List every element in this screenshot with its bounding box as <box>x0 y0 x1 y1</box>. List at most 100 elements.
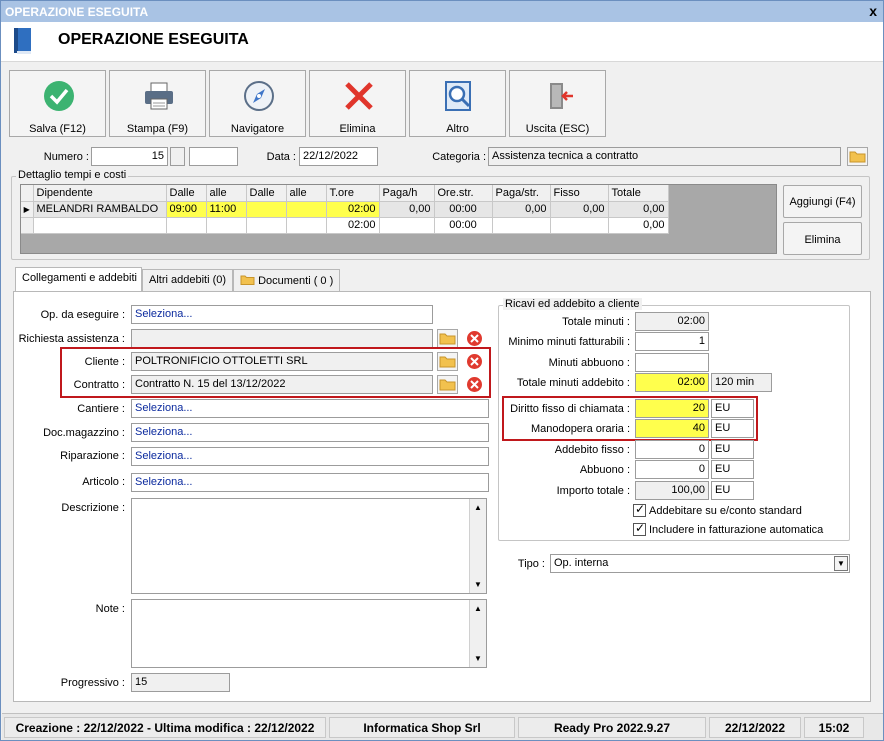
tab-documenti[interactable]: Documenti ( 0 ) <box>233 269 340 291</box>
save-button[interactable]: Salva (F12) <box>9 70 106 137</box>
op-input[interactable]: Seleziona... <box>131 305 433 324</box>
cliente-clear-icon[interactable] <box>464 352 485 371</box>
tot-addebito-input[interactable]: 02:00 <box>635 373 709 392</box>
col-dalle[interactable]: Dalle <box>166 185 207 202</box>
table-cell[interactable]: 0,00 <box>379 201 435 218</box>
cliente-input[interactable]: POLTRONIFICIO OTTOLETTI SRL <box>131 352 433 371</box>
minimo-input[interactable]: 1 <box>635 332 709 351</box>
tab-label: Collegamenti e addebiti <box>22 272 137 284</box>
note-scrollbar[interactable]: ▲ ▼ <box>469 600 486 667</box>
descrizione-label: Descrizione : <box>61 502 125 514</box>
exit-button[interactable]: Uscita (ESC) <box>509 70 606 137</box>
manodopera-unit: EU <box>711 419 754 438</box>
addebitare-checkbox[interactable] <box>633 502 646 517</box>
abbuono-minuti-input[interactable] <box>635 353 709 372</box>
richiesta-folder-button[interactable] <box>437 329 458 348</box>
col-pagastr[interactable]: Paga/str. <box>492 185 551 202</box>
importo-input[interactable]: 100,00 <box>635 481 709 500</box>
totale-minuti-input[interactable]: 02:00 <box>635 312 709 331</box>
delete-x-icon <box>345 82 373 110</box>
table-cell[interactable] <box>206 217 247 234</box>
delete-button[interactable]: Elimina <box>309 70 406 137</box>
richiesta-input[interactable] <box>131 329 433 348</box>
col-alle[interactable]: alle <box>206 185 247 202</box>
riparazione-input[interactable]: Seleziona... <box>131 447 489 466</box>
table-cell[interactable]: 0,00 <box>608 201 669 218</box>
abbuono-input[interactable]: 0 <box>635 460 709 479</box>
richiesta-clear-icon[interactable] <box>464 329 485 348</box>
table-cell[interactable] <box>33 217 167 234</box>
table-row[interactable]: ▶ MELANDRI RAMBALDO 09:00 11:00 02:00 0,… <box>21 201 669 218</box>
col-dalle-2[interactable]: Dalle <box>246 185 287 202</box>
table-cell[interactable]: 0,00 <box>550 201 609 218</box>
table-cell[interactable]: MELANDRI RAMBALDO <box>33 201 167 218</box>
table-cell[interactable] <box>246 201 287 218</box>
row-indicator-icon: ▶ <box>21 201 34 218</box>
scroll-up-icon[interactable]: ▲ <box>474 503 482 512</box>
scroll-up-icon[interactable]: ▲ <box>474 604 482 613</box>
numero-suffix-input[interactable] <box>189 147 238 166</box>
table-cell[interactable]: 00:00 <box>434 201 493 218</box>
descrizione-textarea[interactable]: ▲ ▼ <box>131 498 487 594</box>
table-cell[interactable]: 11:00 <box>206 201 247 218</box>
table-row[interactable]: 02:00 00:00 0,00 <box>21 217 669 234</box>
col-orestr[interactable]: Ore.str. <box>434 185 493 202</box>
contratto-clear-icon[interactable] <box>464 375 485 394</box>
table-cell[interactable] <box>246 217 287 234</box>
numero-input[interactable]: 15 <box>91 147 168 166</box>
col-dipendente[interactable]: Dipendente <box>33 185 167 202</box>
more-button[interactable]: Altro <box>409 70 506 137</box>
cantiere-input[interactable]: Seleziona... <box>131 399 489 418</box>
progressivo-input[interactable]: 15 <box>131 673 230 692</box>
table-cell[interactable]: 0,00 <box>492 201 551 218</box>
categoria-input[interactable]: Assistenza tecnica a contratto <box>488 147 841 166</box>
tab-collegamenti[interactable]: Collegamenti e addebiti <box>15 267 142 292</box>
table-cell[interactable]: 0,00 <box>608 217 669 234</box>
table-cell[interactable] <box>492 217 551 234</box>
tipo-select[interactable]: Op. interna ▼ <box>550 554 850 573</box>
table-cell[interactable] <box>286 217 327 234</box>
descrizione-scrollbar[interactable]: ▲ ▼ <box>469 499 486 593</box>
contratto-folder-button[interactable] <box>437 375 458 394</box>
table-cell[interactable] <box>550 217 609 234</box>
contratto-input[interactable]: Contratto N. 15 del 13/12/2022 <box>131 375 433 394</box>
table-cell[interactable] <box>286 201 327 218</box>
richiesta-label: Richiesta assistenza : <box>18 333 125 345</box>
note-textarea[interactable]: ▲ ▼ <box>131 599 487 668</box>
scroll-down-icon[interactable]: ▼ <box>474 580 482 589</box>
articolo-input[interactable]: Seleziona... <box>131 473 489 492</box>
table-cell[interactable]: 02:00 <box>326 201 380 218</box>
diritto-input[interactable]: 20 <box>635 399 709 418</box>
addebito-fisso-input[interactable]: 0 <box>635 440 709 459</box>
table-cell[interactable]: 00:00 <box>434 217 493 234</box>
col-pagah[interactable]: Paga/h <box>379 185 435 202</box>
col-tore[interactable]: T.ore <box>326 185 380 202</box>
navigator-button[interactable]: Navigatore <box>209 70 306 137</box>
more-label: Altro <box>446 123 469 135</box>
add-row-button[interactable]: Aggiungi (F4) <box>783 185 862 218</box>
numero-spin[interactable] <box>170 147 185 166</box>
fatturazione-checkbox[interactable] <box>633 521 646 536</box>
col-fisso[interactable]: Fisso <box>550 185 609 202</box>
col-totale[interactable]: Totale <box>608 185 669 202</box>
close-icon[interactable]: x <box>869 3 877 19</box>
categoria-folder-button[interactable] <box>847 147 868 166</box>
dettaglio-grid[interactable]: Dipendente Dalle alle Dalle alle T.ore P… <box>20 184 777 254</box>
cliente-folder-button[interactable] <box>437 352 458 371</box>
table-cell[interactable]: 09:00 <box>166 201 207 218</box>
status-created: Creazione : 22/12/2022 - Ultima modifica… <box>4 717 326 738</box>
docmag-input[interactable]: Seleziona... <box>131 423 489 442</box>
table-cell[interactable] <box>166 217 207 234</box>
print-button[interactable]: Stampa (F9) <box>109 70 206 137</box>
chevron-down-icon[interactable]: ▼ <box>834 556 848 571</box>
dettaglio-table[interactable]: Dipendente Dalle alle Dalle alle T.ore P… <box>21 185 669 234</box>
date-input[interactable]: 22/12/2022 <box>299 147 378 166</box>
delete-row-button[interactable]: Elimina <box>783 222 862 255</box>
table-cell[interactable] <box>379 217 435 234</box>
tab-altri-addebiti[interactable]: Altri addebiti (0) <box>142 269 233 291</box>
manodopera-input[interactable]: 40 <box>635 419 709 438</box>
scroll-down-icon[interactable]: ▼ <box>474 654 482 663</box>
col-alle-2[interactable]: alle <box>286 185 327 202</box>
page-title: OPERAZIONE ESEGUITA <box>58 31 249 48</box>
table-cell[interactable]: 02:00 <box>326 217 380 234</box>
